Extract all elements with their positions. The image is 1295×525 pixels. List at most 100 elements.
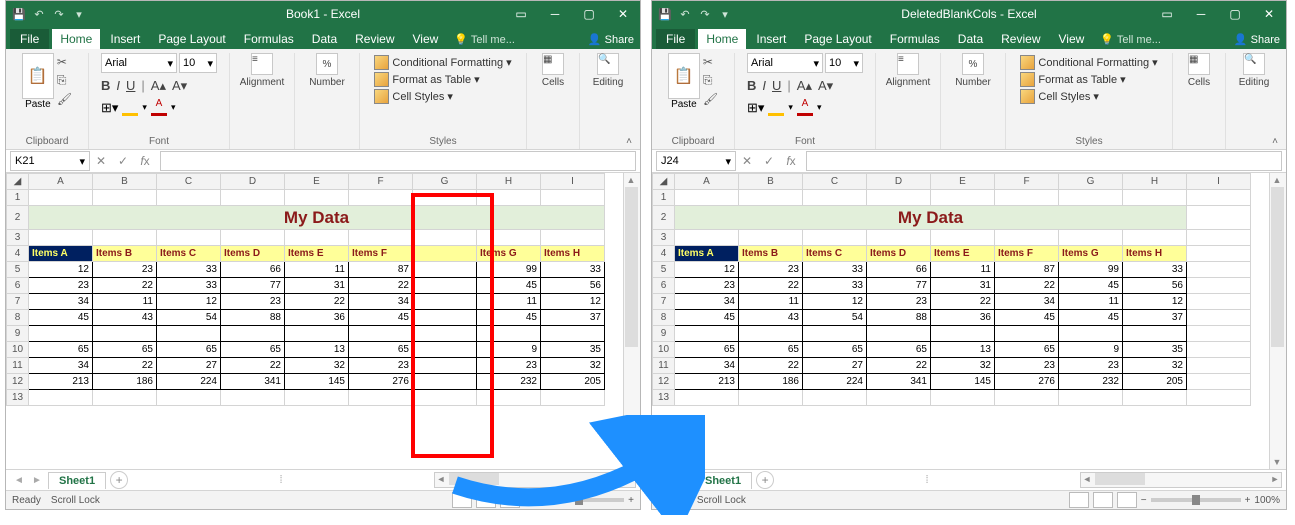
cell[interactable] <box>285 190 349 206</box>
data-cell[interactable]: 205 <box>541 374 605 390</box>
paste-button[interactable]: 📋 <box>668 53 700 99</box>
data-cell[interactable]: 65 <box>995 342 1059 358</box>
tab-formulas[interactable]: Formulas <box>236 29 302 49</box>
data-cell[interactable]: 43 <box>93 310 157 326</box>
column-header[interactable]: F <box>995 174 1059 190</box>
row-header[interactable]: 6 <box>653 278 675 294</box>
data-cell[interactable]: 224 <box>803 374 867 390</box>
data-cell[interactable]: 65 <box>157 342 221 358</box>
cell[interactable] <box>93 230 157 246</box>
column-header[interactable]: E <box>285 174 349 190</box>
data-cell[interactable]: 31 <box>285 278 349 294</box>
cell[interactable] <box>413 390 477 406</box>
cancel-formula-icon[interactable]: ✕ <box>90 151 112 171</box>
sheet-nav-first-icon[interactable]: ◄ <box>658 475 672 486</box>
cell[interactable] <box>675 230 739 246</box>
tab-data[interactable]: Data <box>950 29 991 49</box>
column-header[interactable]: G <box>1059 174 1123 190</box>
row-header[interactable]: 10 <box>7 342 29 358</box>
cells-button[interactable]: ▦Cells <box>530 53 576 88</box>
scroll-down-icon[interactable]: ▼ <box>1270 455 1284 469</box>
data-cell[interactable]: 11 <box>931 262 995 278</box>
data-cell[interactable]: 88 <box>221 310 285 326</box>
cell[interactable] <box>29 190 93 206</box>
cell[interactable] <box>1187 358 1251 374</box>
data-cell[interactable]: 12 <box>803 294 867 310</box>
row-header[interactable]: 9 <box>653 326 675 342</box>
data-cell[interactable]: 77 <box>221 278 285 294</box>
data-cell[interactable]: 232 <box>1059 374 1123 390</box>
row-header[interactable]: 3 <box>7 230 29 246</box>
cell[interactable] <box>867 190 931 206</box>
ribbon-options-icon[interactable]: ▭ <box>1150 1 1184 27</box>
hscroll-thumb[interactable] <box>449 473 499 485</box>
format-painter-icon[interactable]: 🖌 <box>703 92 718 106</box>
increase-font-icon[interactable]: A▴ <box>151 78 166 94</box>
data-cell[interactable]: 186 <box>93 374 157 390</box>
tab-formulas[interactable]: Formulas <box>882 29 948 49</box>
cell[interactable] <box>1123 230 1187 246</box>
cell[interactable] <box>1123 190 1187 206</box>
bold-button[interactable]: B <box>101 78 110 94</box>
page-break-view-icon[interactable] <box>1117 492 1137 508</box>
data-cell[interactable]: 34 <box>29 294 93 310</box>
data-cell[interactable]: 145 <box>285 374 349 390</box>
cell[interactable] <box>221 190 285 206</box>
data-cell[interactable]: 12 <box>29 262 93 278</box>
column-header[interactable]: H <box>1123 174 1187 190</box>
data-cell[interactable]: 11 <box>93 294 157 310</box>
percent-icon[interactable]: % <box>316 53 338 75</box>
column-header[interactable]: I <box>541 174 605 190</box>
tab-insert[interactable]: Insert <box>102 29 148 49</box>
row-header[interactable]: 4 <box>653 246 675 262</box>
data-cell[interactable]: 22 <box>221 358 285 374</box>
name-box[interactable]: K21▾ <box>10 151 90 171</box>
column-header[interactable]: B <box>739 174 803 190</box>
data-header-cell[interactable]: Items G <box>477 246 541 262</box>
data-header-cell[interactable]: Items H <box>1123 246 1187 262</box>
bold-button[interactable]: B <box>747 78 756 94</box>
data-cell[interactable] <box>413 326 477 342</box>
cell[interactable] <box>29 390 93 406</box>
data-cell[interactable] <box>93 326 157 342</box>
scroll-left-icon[interactable]: ◄ <box>1081 473 1093 485</box>
data-cell[interactable]: 56 <box>541 278 605 294</box>
tab-data[interactable]: Data <box>304 29 345 49</box>
data-cell[interactable]: 35 <box>1123 342 1187 358</box>
data-cell[interactable] <box>867 326 931 342</box>
row-header[interactable]: 12 <box>653 374 675 390</box>
data-cell[interactable] <box>931 326 995 342</box>
formula-input[interactable] <box>160 151 636 171</box>
data-cell[interactable]: 65 <box>93 342 157 358</box>
scroll-down-icon[interactable]: ▼ <box>624 455 638 469</box>
spreadsheet-grid-right[interactable]: ◢ABCDEFGHI12My Data34Items AItems BItems… <box>652 173 1269 469</box>
page-layout-view-icon[interactable] <box>1093 492 1113 508</box>
row-header[interactable]: 3 <box>653 230 675 246</box>
row-header[interactable]: 8 <box>7 310 29 326</box>
cell[interactable] <box>541 190 605 206</box>
data-cell[interactable]: 186 <box>739 374 803 390</box>
data-cell[interactable]: 12 <box>541 294 605 310</box>
tab-insert[interactable]: Insert <box>748 29 794 49</box>
cell[interactable] <box>867 230 931 246</box>
data-cell[interactable]: 33 <box>803 278 867 294</box>
data-cell[interactable]: 224 <box>157 374 221 390</box>
column-header[interactable]: G <box>413 174 477 190</box>
data-cell[interactable]: 65 <box>675 342 739 358</box>
cell[interactable] <box>1187 190 1251 206</box>
data-cell[interactable]: 22 <box>93 278 157 294</box>
data-cell[interactable]: 22 <box>739 358 803 374</box>
column-header[interactable]: I <box>1187 174 1251 190</box>
title-cell[interactable]: My Data <box>29 206 605 230</box>
data-cell[interactable]: 23 <box>93 262 157 278</box>
column-header[interactable]: E <box>931 174 995 190</box>
data-header-cell[interactable]: Items C <box>803 246 867 262</box>
scroll-left-icon[interactable]: ◄ <box>435 473 447 485</box>
cell[interactable] <box>157 190 221 206</box>
data-cell[interactable] <box>803 326 867 342</box>
data-cell[interactable] <box>413 358 477 374</box>
data-cell[interactable]: 9 <box>1059 342 1123 358</box>
data-cell[interactable]: 99 <box>1059 262 1123 278</box>
data-cell[interactable]: 65 <box>349 342 413 358</box>
borders-icon[interactable]: ⊞▾ <box>747 100 764 116</box>
